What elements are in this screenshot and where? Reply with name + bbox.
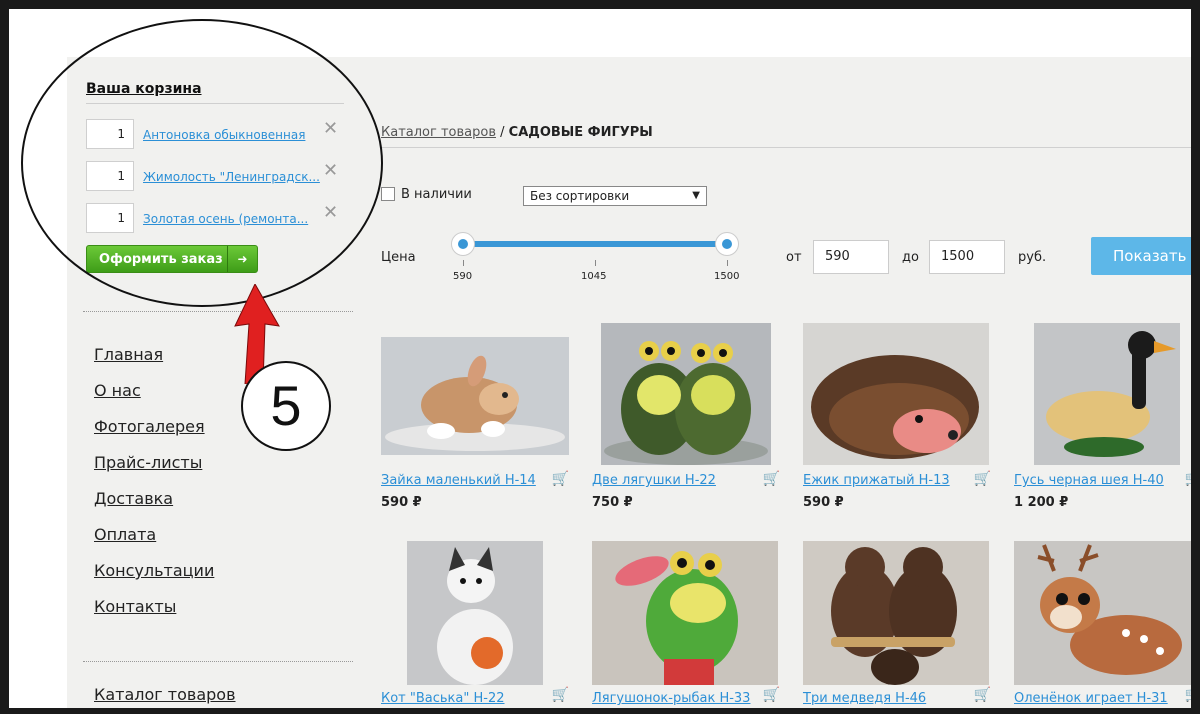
price-label: Цена [381,250,416,265]
nav-item-delivery[interactable]: Доставка [94,481,214,517]
nav-item-pricelists[interactable]: Прайс-листы [94,445,214,481]
product-image-two-frogs[interactable] [601,323,771,465]
slider-tick-label: 1045 [581,271,607,282]
cart-icon[interactable]: 🛒 [763,471,780,487]
price-slider-track[interactable] [463,241,727,247]
price-slider-min-handle[interactable] [451,232,475,256]
sidebar-divider [83,661,353,662]
product-image-hedgehog[interactable] [803,323,989,465]
product-title[interactable]: Лягушонок-рыбак Н-33 [592,691,750,706]
cart-icon[interactable]: 🛒 [552,687,569,703]
product-image-frog-fisher[interactable] [592,541,778,685]
sort-select-value: Без сортировки [530,189,630,203]
breadcrumb-divider [381,147,1191,148]
cart-icon[interactable]: 🛒 [552,471,569,487]
cart-icon[interactable]: 🛒 [1185,471,1191,487]
product-image-cat[interactable] [407,541,543,685]
product-price: 750 ₽ [592,495,633,510]
product-card: Три медведя Н-46 🛒 [803,541,1003,708]
price-to-input[interactable]: 1500 [929,240,1005,274]
price-from-input[interactable]: 590 [813,240,889,274]
breadcrumb-catalog-link[interactable]: Каталог товаров [381,125,496,140]
slider-tick [595,260,596,266]
product-price: 1 200 ₽ [1014,495,1069,510]
product-image-goose[interactable] [1034,323,1180,465]
product-title[interactable]: Оленёнок играет Н-31 [1014,691,1168,706]
slider-tick-label: 590 [453,271,473,282]
product-image-three-bears[interactable] [803,541,989,685]
in-stock-label: В наличии [401,187,472,202]
cart-icon[interactable]: 🛒 [1185,687,1191,703]
screenshot-frame: Ваша корзина 1 Антоновка обыкновенная ✕ … [0,0,1200,714]
product-title[interactable]: Ежик прижатый Н-13 [803,473,950,488]
product-card: Оленёнок играет Н-31 🛒 [1014,541,1200,708]
product-image-fawn[interactable] [1014,541,1200,685]
product-card: Ежик прижатый Н-13 🛒 590 ₽ [803,323,1003,523]
product-card: Кот "Васька" Н-22 🛒 [381,541,581,708]
slider-tick [463,260,464,266]
nav-item-catalog[interactable]: Каталог товаров [94,685,236,704]
main-nav: Главная О нас Фотогалерея Прайс-листы До… [94,337,214,625]
product-title[interactable]: Гусь черная шея Н-40 [1014,473,1164,488]
product-card: Лягушонок-рыбак Н-33 🛒 [592,541,792,708]
nav-item-about[interactable]: О нас [94,373,214,409]
nav-item-home[interactable]: Главная [94,337,214,373]
nav-item-gallery[interactable]: Фотогалерея [94,409,214,445]
breadcrumb-separator: / [500,125,505,140]
chevron-down-icon: ▼ [692,190,700,201]
sort-select[interactable]: Без сортировки ▼ [523,186,707,206]
sidebar-divider [83,311,353,312]
slider-tick [727,260,728,266]
page-title: САДОВЫЕ ФИГУРЫ [508,125,653,140]
price-slider-max-handle[interactable] [715,232,739,256]
nav-item-payment[interactable]: Оплата [94,517,214,553]
product-card: Гусь черная шея Н-40 🛒 1 200 ₽ [1014,323,1191,523]
cart-icon[interactable]: 🛒 [763,687,780,703]
nav-item-contacts[interactable]: Контакты [94,589,214,625]
price-from-label: от [786,250,802,265]
product-price: 590 ₽ [381,495,422,510]
product-image-rabbit[interactable] [381,337,569,455]
product-card: Две лягушки Н-22 🛒 750 ₽ [592,323,792,523]
slider-tick-label: 1500 [714,271,740,282]
product-title[interactable]: Зайка маленький Н-14 [381,473,536,488]
product-price: 590 ₽ [803,495,844,510]
cart-icon[interactable]: 🛒 [974,471,991,487]
cart-icon[interactable]: 🛒 [974,687,991,703]
show-button[interactable]: Показать [1091,237,1191,275]
product-title[interactable]: Три медведя Н-46 [803,691,926,706]
breadcrumb: Каталог товаров / САДОВЫЕ ФИГУРЫ [381,125,653,140]
product-title[interactable]: Кот "Васька" Н-22 [381,691,505,706]
annotation-step-number: 5 [241,361,331,451]
annotation-ellipse [21,19,383,307]
currency-label: руб. [1018,250,1047,265]
price-to-label: до [902,250,919,265]
in-stock-filter[interactable]: В наличии [381,187,472,202]
product-card: Зайка маленький Н-14 🛒 590 ₽ [381,323,581,523]
product-title[interactable]: Две лягушки Н-22 [592,473,716,488]
nav-item-consultations[interactable]: Консультации [94,553,214,589]
main-content: Каталог товаров / САДОВЫЕ ФИГУРЫ В налич… [381,57,1200,708]
in-stock-checkbox[interactable] [381,187,395,201]
